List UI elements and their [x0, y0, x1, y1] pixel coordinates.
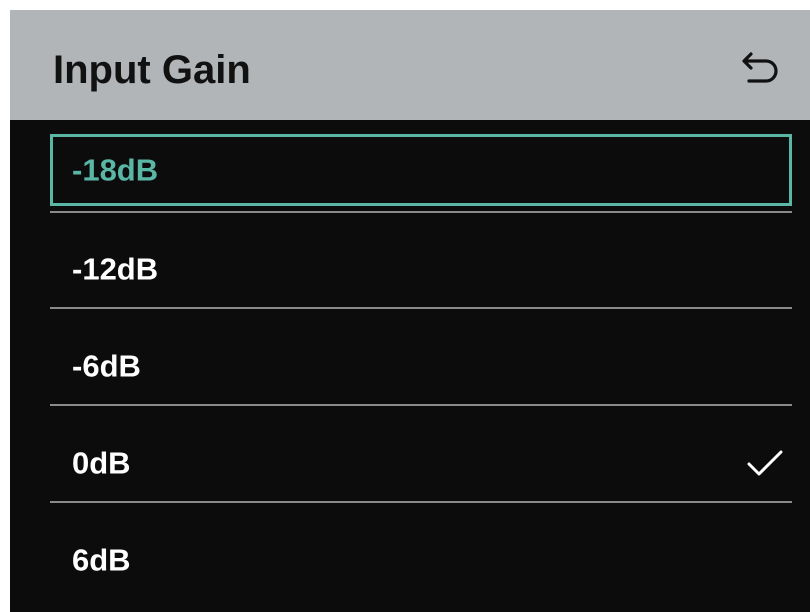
option-label: -18dB: [72, 152, 159, 188]
page-title: Input Gain: [53, 48, 251, 92]
option-minus-6db[interactable]: -6dB: [50, 330, 792, 402]
back-button[interactable]: [738, 44, 784, 90]
option-label: 6dB: [72, 542, 131, 578]
option-label: 0dB: [72, 445, 131, 481]
option-0db[interactable]: 0dB: [50, 427, 792, 499]
divider: [50, 211, 792, 213]
divider: [50, 404, 792, 406]
divider: [50, 307, 792, 309]
option-minus-18db[interactable]: -18dB: [50, 134, 792, 206]
checkmark-icon: [747, 450, 783, 476]
undo-arrow-icon: [742, 52, 778, 83]
option-label: -12dB: [72, 251, 159, 287]
divider: [50, 501, 792, 503]
option-6db[interactable]: 6dB: [50, 524, 792, 596]
option-label: -6dB: [72, 348, 141, 384]
header-bar: Input Gain: [10, 10, 810, 120]
device-screen: Input Gain -18dB -12dB -6dB 0dB 6dB: [10, 10, 810, 612]
option-minus-12db[interactable]: -12dB: [50, 233, 792, 305]
